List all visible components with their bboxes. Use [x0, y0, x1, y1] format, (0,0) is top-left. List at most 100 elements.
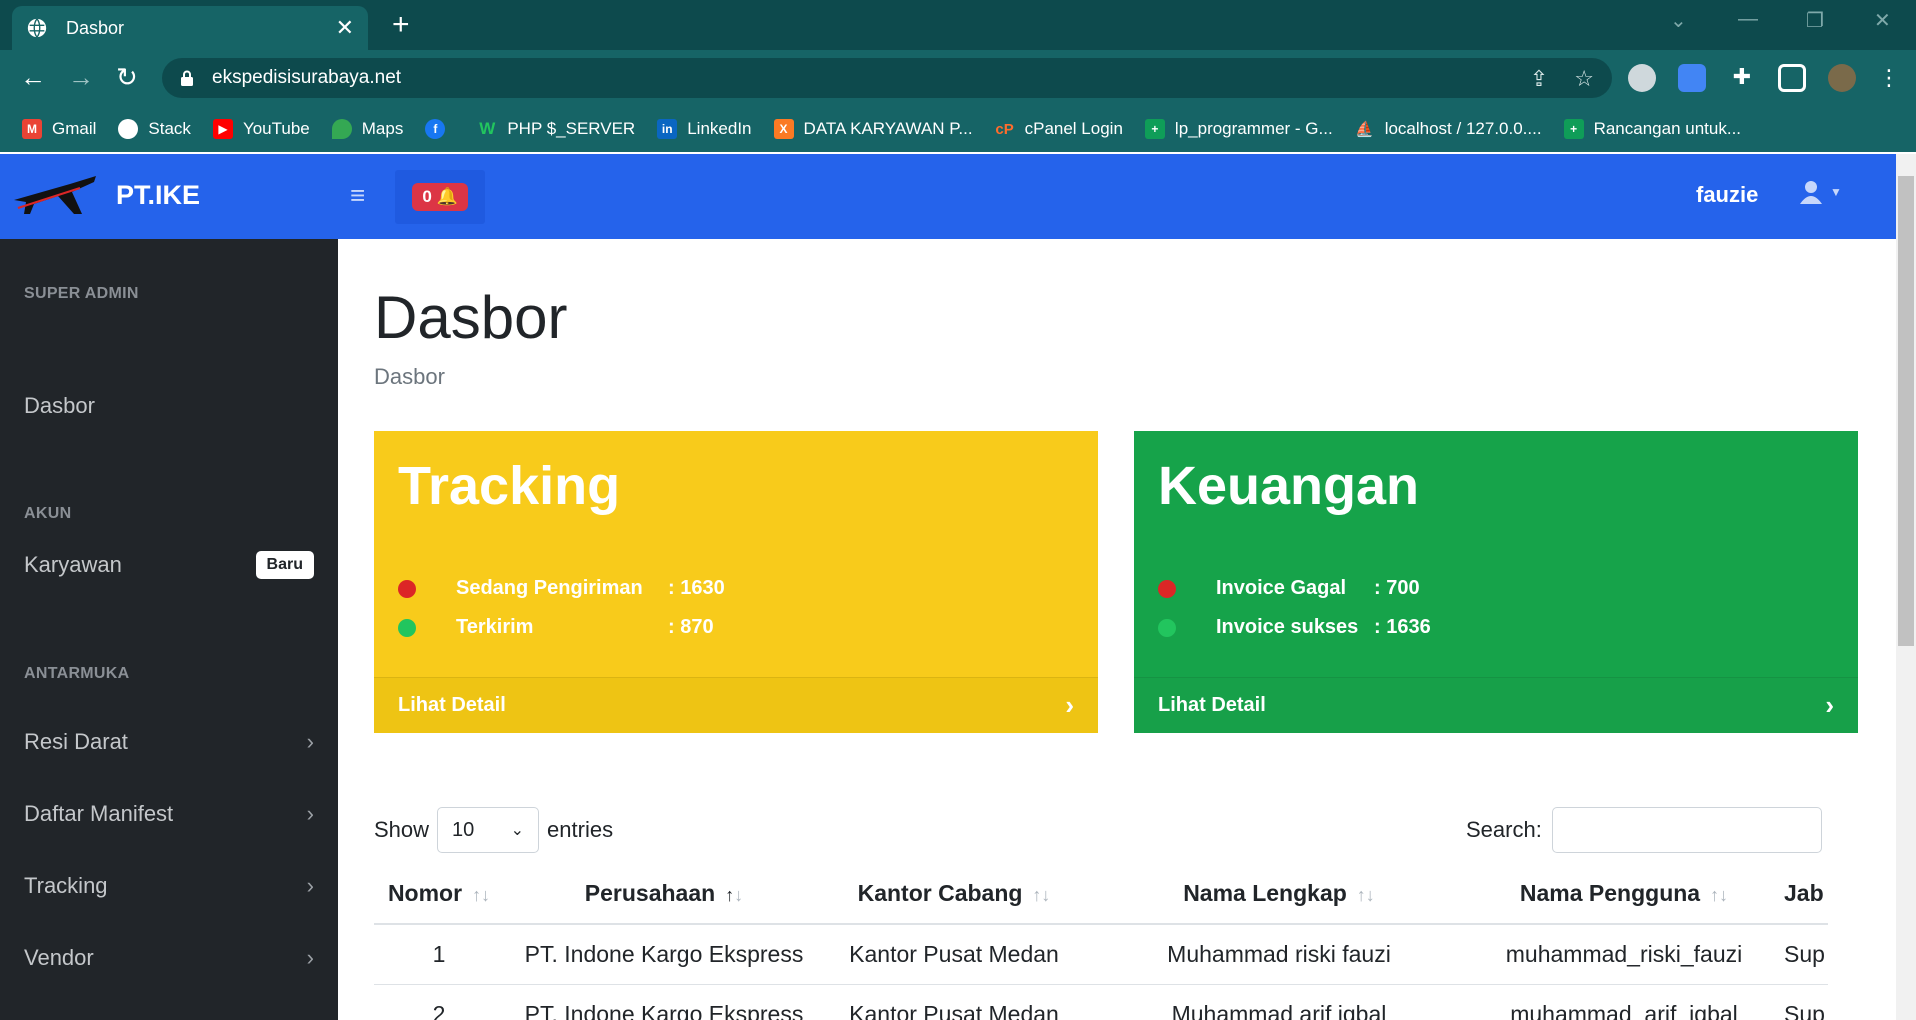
cell-jabatan: Sup: [1774, 984, 1828, 1020]
sidebar-item-resi-darat[interactable]: Resi Darat ›: [24, 729, 314, 755]
chevron-down-icon: ⌄: [510, 822, 525, 839]
minimize-button[interactable]: —: [1738, 8, 1758, 31]
bookmark-item[interactable]: + Rancangan untuk...: [1563, 119, 1741, 139]
stat-value: : 1636: [1374, 616, 1431, 638]
column-header-jabatan[interactable]: Jab: [1774, 864, 1828, 925]
sort-icon: ↓: [734, 885, 744, 905]
sidebar-toggle-icon[interactable]: ≡: [350, 180, 365, 211]
entries-select[interactable]: 10 ⌄: [437, 807, 540, 853]
show-label: Show: [374, 817, 430, 842]
cell-nama-pengguna: muhammad_arif_iqbal: [1474, 984, 1774, 1020]
search-label: Search:: [1466, 817, 1542, 842]
card-stat-row: Sedang Pengiriman : 1630: [398, 577, 725, 600]
entries-length-control: Show 10 ⌄ entries: [374, 807, 613, 853]
bookmark-label: localhost / 127.0.0....: [1384, 119, 1542, 138]
puzzle-icon[interactable]: ✚: [1728, 64, 1756, 92]
chevron-right-icon: ›: [1825, 690, 1834, 720]
page-scrollbar-thumb[interactable]: [1898, 176, 1914, 646]
bookmark-label: lp_programmer - G...: [1174, 119, 1333, 138]
detail-link-label: Lihat Detail: [1158, 694, 1266, 716]
top-navbar: PT.IKE ≡ 0 🔔 fauzie ▼: [0, 154, 1896, 239]
sidebar-item-karyawan[interactable]: Karyawan Baru: [24, 551, 314, 579]
card-detail-link[interactable]: Lihat Detail ›: [1134, 677, 1858, 733]
sort-asc-icon: ↑: [725, 885, 735, 905]
bookmark-item[interactable]: ▶ YouTube: [212, 119, 310, 139]
caret-down-icon: ▼: [1830, 185, 1842, 199]
table-row: 2 PT. Indone Kargo Ekspress Kantor Pusat…: [374, 984, 1828, 1020]
chevron-right-icon: ›: [306, 729, 314, 754]
tab-search-icon[interactable]: ⌄: [1670, 8, 1687, 33]
sidebar-item-daftar-manifest[interactable]: Daftar Manifest ›: [24, 801, 314, 827]
cell-nama-pengguna: muhammad_riski_fauzi: [1474, 924, 1774, 985]
profile-avatar[interactable]: [1828, 64, 1856, 92]
airplane-logo-icon: [14, 176, 96, 214]
breadcrumb: Dasbor: [374, 364, 445, 389]
chevron-right-icon: ›: [306, 873, 314, 898]
sidebar-item-label: Daftar Manifest: [24, 801, 174, 826]
stat-value: : 700: [1374, 577, 1420, 599]
sidebar-item-vendor[interactable]: Vendor ›: [24, 945, 314, 971]
sidebar-item-dasbor[interactable]: Dasbor: [24, 393, 314, 419]
forward-icon[interactable]: →: [68, 62, 94, 92]
cpanel-icon: cP: [995, 120, 1014, 138]
employee-table: Nomor ↑↓ Perusahaan ↑↓ Kantor Cabang ↑↓ Nam…: [374, 864, 1828, 1020]
chevron-right-icon: ›: [306, 945, 314, 970]
entries-value: 10: [452, 818, 475, 841]
new-tab-button[interactable]: +: [392, 10, 410, 40]
globe-icon: [27, 18, 47, 38]
reload-icon[interactable]: ↻: [116, 62, 138, 92]
cell-perusahaan: PT. Indone Kargo Ekspress: [504, 984, 824, 1020]
bookmark-label: cPanel Login: [1024, 119, 1123, 138]
bookmark-label: Gmail: [52, 119, 97, 138]
browser-tab[interactable]: Dasbor ✕: [12, 6, 368, 50]
notification-button[interactable]: 0 🔔: [395, 170, 485, 224]
sort-icon: ↑↓: [1032, 885, 1051, 905]
keuangan-card: Keuangan Invoice Gagal : 700 Invoice suk…: [1134, 431, 1858, 733]
bookmark-item[interactable]: cP cPanel Login: [995, 119, 1123, 139]
bookmark-item[interactable]: in LinkedIn: [657, 119, 752, 139]
cell-nomor: 1: [374, 924, 504, 985]
column-header-kantor-cabang[interactable]: Kantor Cabang ↑↓: [824, 864, 1084, 925]
column-header-perusahaan[interactable]: Perusahaan ↑↓: [504, 864, 824, 925]
restore-button[interactable]: ❐: [1806, 8, 1824, 33]
cell-kantor-cabang: Kantor Pusat Medan: [824, 924, 1084, 985]
close-tab-icon[interactable]: ✕: [336, 15, 354, 41]
card-stat-row: Invoice sukses : 1636: [1158, 616, 1431, 639]
bookmark-item[interactable]: Stack: [118, 119, 191, 139]
user-menu-dropdown[interactable]: ▼: [1800, 180, 1842, 204]
column-header-nama-pengguna[interactable]: Nama Pengguna ↑↓: [1474, 864, 1774, 925]
bookmark-item[interactable]: X DATA KARYAWAN P...: [773, 119, 973, 139]
bookmark-label: LinkedIn: [687, 119, 752, 138]
column-label: Kantor Cabang: [857, 880, 1023, 906]
back-icon[interactable]: ←: [20, 62, 46, 92]
bookmark-item[interactable]: Maps: [331, 119, 404, 139]
bookmark-item[interactable]: W PHP $_SERVER: [477, 119, 635, 139]
column-header-nomor[interactable]: Nomor ↑↓: [374, 864, 504, 925]
bookmark-item[interactable]: ⛵ localhost / 127.0.0....: [1355, 119, 1542, 139]
stat-label: Invoice sukses: [1216, 616, 1359, 638]
bookmark-label: Maps: [361, 119, 404, 138]
bookmark-item[interactable]: M Gmail: [22, 119, 96, 139]
bookmark-item[interactable]: f: [425, 119, 455, 139]
column-header-nama-lengkap[interactable]: Nama Lengkap ↑↓: [1084, 864, 1474, 925]
menu-dots-icon[interactable]: ⋮: [1878, 65, 1900, 91]
share-icon[interactable]: ⇪: [1530, 66, 1548, 92]
card-detail-link[interactable]: Lihat Detail ›: [374, 677, 1098, 733]
side-panel-icon[interactable]: [1778, 64, 1806, 92]
facebook-icon: f: [425, 119, 446, 139]
translate-icon[interactable]: [1678, 64, 1706, 92]
extension-icon[interactable]: [1628, 64, 1656, 92]
url-input[interactable]: ekspedisisurabaya.net ⇪ ☆: [162, 58, 1612, 98]
sidebar-item-label: Vendor: [24, 945, 94, 970]
close-window-button[interactable]: ✕: [1874, 8, 1891, 33]
column-label: Jab: [1784, 880, 1824, 906]
card-stat-row: Terkirim : 870: [398, 616, 714, 639]
sidebar-item-label: Karyawan: [24, 552, 122, 577]
bookmark-item[interactable]: + lp_programmer - G...: [1144, 119, 1333, 139]
search-input[interactable]: [1551, 807, 1822, 853]
sidebar-item-label: Resi Darat: [24, 729, 128, 754]
table-search-control: Search:: [1466, 807, 1822, 853]
sidebar-item-tracking[interactable]: Tracking ›: [24, 873, 314, 899]
brand-logo-link[interactable]: PT.IKE: [10, 170, 200, 220]
bookmark-star-icon[interactable]: ☆: [1574, 66, 1594, 92]
